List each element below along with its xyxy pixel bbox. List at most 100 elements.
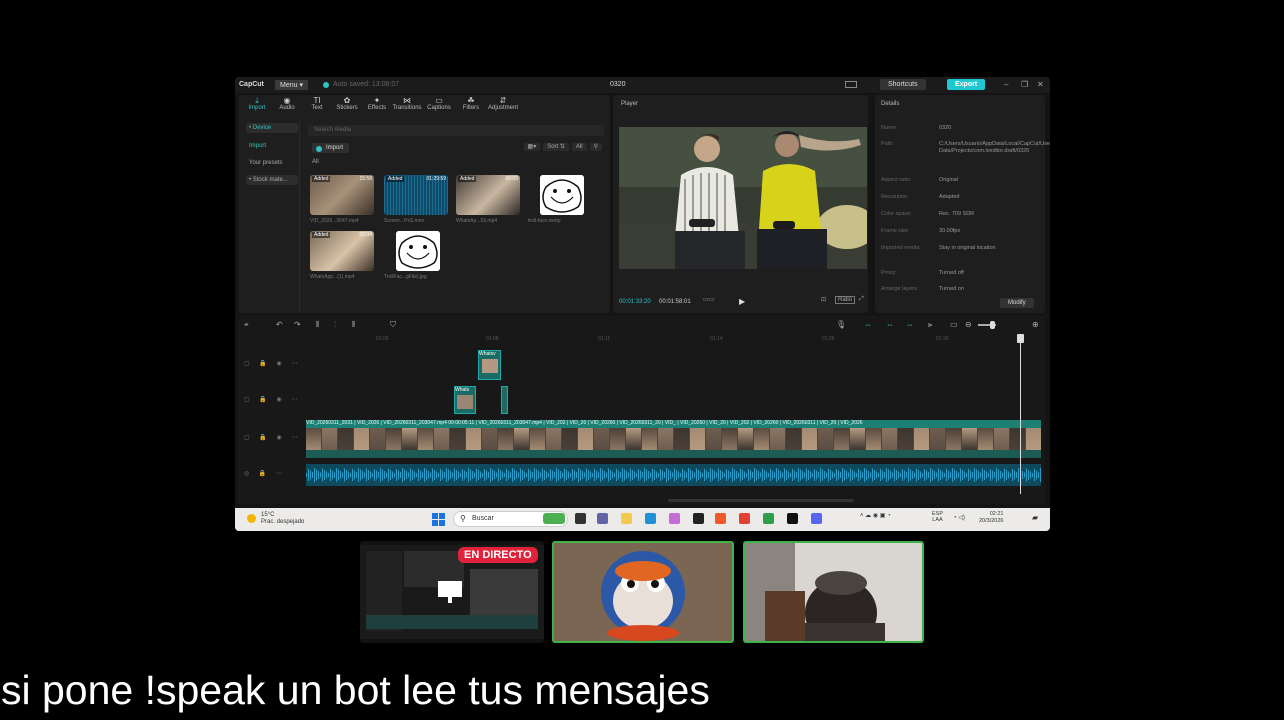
clip-frame xyxy=(818,428,833,450)
zoom-out-icon[interactable]: ⊖ xyxy=(965,320,972,329)
select-tool-icon[interactable]: ⌖ xyxy=(244,320,249,330)
clip-frame xyxy=(402,428,417,450)
tab-filters[interactable]: ☘ Filters xyxy=(456,96,486,111)
undo-icon[interactable]: ↶ xyxy=(276,320,283,329)
windows-taskbar: 15°C Prac. despejado ⚲ Buscar ˄ ☁ ◉ ▣ ◔ … xyxy=(235,508,1050,531)
zoom-in-icon[interactable]: ⊕ xyxy=(1032,320,1039,329)
media-item[interactable]: Added 01:29:59 xyxy=(384,175,448,215)
timecode-icon[interactable]: ▭▭ xyxy=(703,296,714,303)
screen-share-cam: EN DIRECTO xyxy=(360,541,544,643)
weather-icon[interactable] xyxy=(247,514,256,523)
shield-icon[interactable]: ⛉ xyxy=(390,320,396,330)
split-right-icon[interactable]: ⫴ xyxy=(352,320,355,330)
clip-frame xyxy=(898,428,913,450)
media-item[interactable] xyxy=(540,175,584,215)
layout-icon[interactable] xyxy=(845,81,857,88)
modify-button[interactable]: Modify xyxy=(1000,298,1034,308)
snap-icon[interactable]: ⇔ xyxy=(906,320,914,329)
details-panel: Details Name: 0320 Path: C:/Users/Usuario/A… xyxy=(875,95,1050,313)
widgets-icon[interactable] xyxy=(543,513,565,524)
preview-axis-icon[interactable]: ⫸ xyxy=(928,320,933,330)
overlay-clip[interactable]: Whats xyxy=(454,386,476,414)
ruler-tick: 01:11 xyxy=(598,336,611,342)
chrome-profile-icon[interactable] xyxy=(763,513,774,524)
nav-stock[interactable]: • Stock mate... xyxy=(246,175,298,185)
maximize-icon[interactable]: ❐ xyxy=(1021,80,1028,89)
weather-widget[interactable]: 15°C Prac. despejado xyxy=(261,512,304,526)
menu-button[interactable]: Menu ▾ xyxy=(275,80,308,90)
start-icon[interactable] xyxy=(432,513,445,526)
task-view-icon[interactable] xyxy=(575,513,586,524)
track-header-overlay-1: ▢ 🔒 ◉ ⋯ xyxy=(244,361,302,367)
brave-icon[interactable] xyxy=(715,513,726,524)
tab-text[interactable]: TI Text xyxy=(302,96,332,111)
split-left-icon[interactable]: ⫶ xyxy=(334,320,336,330)
live-badge: EN DIRECTO xyxy=(458,547,538,563)
shortcuts-button[interactable]: Shortcuts xyxy=(880,79,926,90)
zoom-slider-handle[interactable] xyxy=(990,321,995,329)
capcut-icon[interactable] xyxy=(787,513,798,524)
detail-value: Original xyxy=(939,177,958,183)
notification-icon[interactable]: ▰ xyxy=(1032,513,1038,522)
media-item[interactable]: Added 00:04 xyxy=(310,231,374,271)
tab-effects[interactable]: ✦ Effects xyxy=(362,96,392,111)
network-volume-icon[interactable]: ◔ ◁) xyxy=(953,514,965,521)
all-filter[interactable]: All xyxy=(571,143,587,151)
language-indicator[interactable]: ESP LAA xyxy=(932,511,943,523)
playhead-handle[interactable] xyxy=(1017,334,1024,343)
fit-icon[interactable]: ⊡ xyxy=(821,296,826,303)
system-tray[interactable]: ˄ ☁ ◉ ▣ ◔ xyxy=(860,512,891,519)
edge-icon[interactable] xyxy=(645,513,656,524)
timeline-scrollbar[interactable] xyxy=(668,499,854,502)
player-title: Player xyxy=(621,101,639,107)
minimize-icon[interactable]: – xyxy=(1004,80,1008,89)
tab-adjustment[interactable]: ⇵ Adjustment xyxy=(488,96,518,111)
nav-import[interactable]: Import xyxy=(246,141,298,151)
microphone-icon[interactable]: 🎙 xyxy=(836,320,846,329)
fullscreen-icon[interactable]: ⤢ xyxy=(859,296,864,303)
overlay-clip[interactable]: Whatsv xyxy=(478,350,501,380)
teams-icon[interactable] xyxy=(597,513,608,524)
split-icon[interactable]: ⫴ xyxy=(316,320,319,330)
tab-import[interactable]: ⤓ Import xyxy=(242,96,272,111)
folder-icon[interactable] xyxy=(621,513,632,524)
playhead[interactable] xyxy=(1017,334,1024,494)
view-toggle-icon[interactable]: ▦▾ xyxy=(523,143,541,151)
current-time: 00:01:33:20 xyxy=(619,299,651,305)
redo-icon[interactable]: ↷ xyxy=(294,320,301,329)
ratio-button[interactable]: Ratio xyxy=(835,296,856,304)
discord-icon[interactable] xyxy=(811,513,822,524)
tab-transitions[interactable]: ⋈ Transitions xyxy=(392,96,422,111)
chrome-icon[interactable] xyxy=(739,513,750,524)
copilot-icon[interactable] xyxy=(669,513,680,524)
sort-button[interactable]: Sort ⇅ xyxy=(543,143,569,151)
search-input[interactable]: Search media xyxy=(308,125,604,136)
magnet-icon[interactable]: ⇔ xyxy=(886,320,894,329)
main-video-clip[interactable]: VID_20260311_2031 | VID_2026 | VID_20260… xyxy=(306,420,1041,458)
filter-icon[interactable]: ⚲ xyxy=(589,143,602,151)
overlay-clip[interactable] xyxy=(501,386,508,414)
tab-audio[interactable]: ◉ Audio xyxy=(272,96,302,111)
caption-icon[interactable]: ▭ xyxy=(950,320,958,329)
close-icon[interactable]: ✕ xyxy=(1037,80,1044,89)
nav-presets[interactable]: Your presets xyxy=(246,158,298,168)
import-button[interactable]: Import xyxy=(312,143,350,153)
media-item[interactable] xyxy=(396,231,440,271)
nav-device[interactable]: • Device xyxy=(246,123,298,133)
tab-stickers[interactable]: ✿ Stickers xyxy=(332,96,362,111)
audio-clip[interactable] xyxy=(306,464,1041,486)
media-item[interactable]: Added 00:09 xyxy=(456,175,520,215)
clip-frame xyxy=(914,428,929,450)
media-item[interactable]: Added 15:58 xyxy=(310,175,374,215)
tab-captions[interactable]: ▭ Captions xyxy=(424,96,454,111)
player-preview[interactable] xyxy=(619,127,867,269)
play-button[interactable]: ▶ xyxy=(739,297,745,306)
clip-frame xyxy=(834,428,849,450)
export-button[interactable]: Export xyxy=(947,79,986,90)
troll-face-icon xyxy=(396,231,440,271)
clip-frame xyxy=(770,428,785,450)
link-icon[interactable]: ⇔ xyxy=(864,320,872,329)
obs-icon[interactable] xyxy=(693,513,704,524)
clip-frame xyxy=(882,428,897,450)
clock[interactable]: 02:21 20/3/2026 xyxy=(979,511,1003,525)
